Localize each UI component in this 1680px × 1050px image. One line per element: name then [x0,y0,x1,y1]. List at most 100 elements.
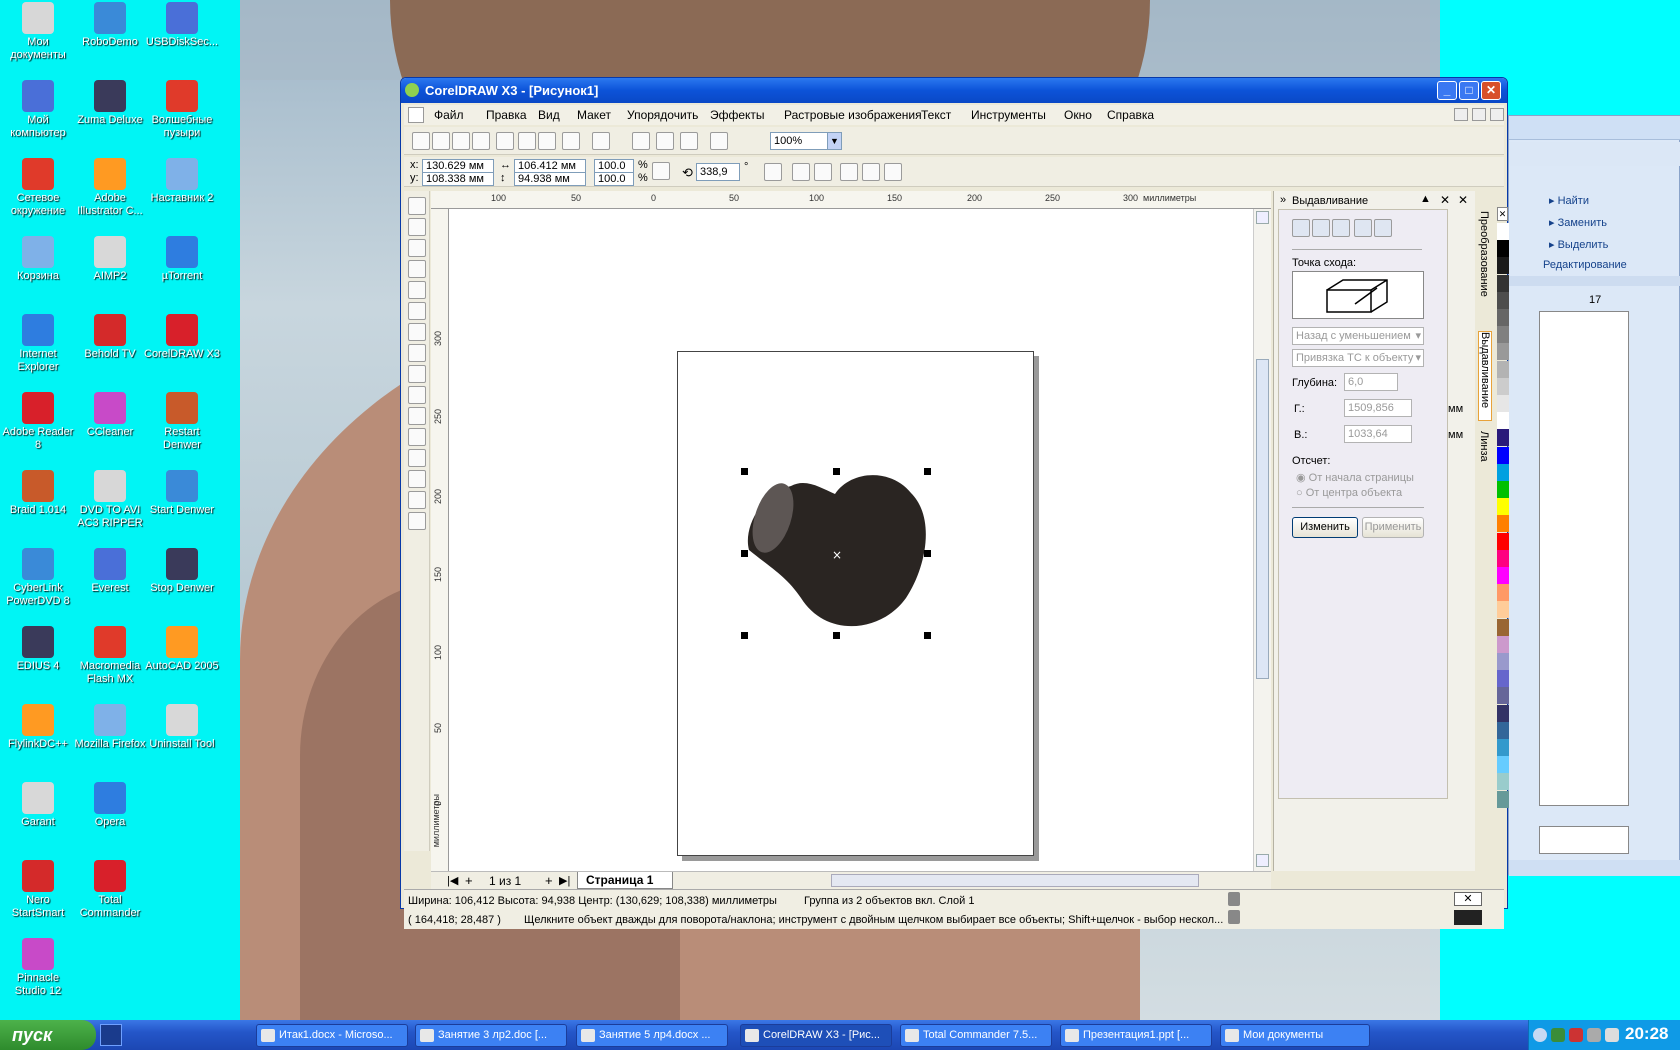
toolbar-icon[interactable] [452,132,470,150]
toolbar-icon[interactable] [792,163,810,181]
desktop-icon[interactable]: Pinnacle Studio 12 [0,938,76,998]
desktop-icon[interactable]: Мои документы [0,2,76,62]
quicklaunch-icon[interactable] [100,1024,122,1046]
color-swatch[interactable] [1497,360,1509,378]
color-swatch[interactable] [1497,635,1509,653]
taskbar-item[interactable]: Занятие 3 лр2.doc [... [415,1024,567,1047]
depth-field[interactable]: 6,0 [1344,373,1398,391]
tool-icon[interactable] [408,407,426,425]
vanish-lock-select[interactable]: Привязка ТС к объекту ▾ [1292,349,1424,367]
language-icon[interactable] [1605,1028,1619,1042]
color-swatch[interactable] [1497,515,1509,533]
zoom-combo[interactable]: 100% ▼ [770,132,842,150]
color-swatch[interactable] [1497,395,1509,412]
word-find[interactable]: ▸ Найти [1549,194,1589,207]
desktop-icon[interactable]: Total Commander [72,860,148,920]
width-field[interactable]: 106.412 мм [514,159,586,173]
toolbar-icon[interactable] [764,163,782,181]
page-tab[interactable]: Страница 1 [577,872,673,889]
desktop-icon[interactable]: DVD TO AVI AC3 RIPPER [72,470,148,530]
color-swatch[interactable] [1497,687,1509,705]
desktop-icon[interactable]: EDIUS 4 [0,626,76,673]
menu-item[interactable]: Справка [1107,108,1154,122]
desktop-icon[interactable]: Internet Explorer [0,314,76,374]
scroll-up-arrow[interactable] [1256,211,1269,224]
taskbar-item[interactable]: Мои документы [1220,1024,1370,1047]
tray-icon[interactable] [1533,1028,1547,1042]
color-swatch[interactable] [1497,377,1509,395]
color-swatch[interactable] [1497,429,1509,447]
extrude-tool-icon[interactable] [1354,219,1372,237]
color-swatch[interactable] [1497,257,1509,275]
taskbar-item[interactable]: Total Commander 7.5... [900,1024,1052,1047]
tool-icon[interactable] [408,344,426,362]
desktop-icon[interactable]: Мой компьютер [0,80,76,140]
v-field[interactable]: 1033,64 [1344,425,1412,443]
scroll-thumb[interactable] [1256,359,1269,679]
extrude-tool-icon[interactable] [1332,219,1350,237]
extrude-tool-icon[interactable] [1292,219,1310,237]
color-swatch[interactable] [1497,309,1509,326]
desktop-icon[interactable]: Наставник 2 [144,158,220,205]
color-swatch[interactable] [1497,291,1509,309]
word-select[interactable]: ▸ Выделить [1549,238,1608,251]
color-swatch[interactable] [1497,790,1509,808]
doc-close-button[interactable] [1490,108,1504,121]
desktop-icon[interactable]: Stop Denwer [144,548,220,595]
vanish-type-select[interactable]: Назад с уменьшением ▾ [1292,327,1424,345]
tab-transform[interactable]: Преобразование [1478,211,1490,311]
toolbar-icon[interactable] [656,132,674,150]
toolbar-icon[interactable] [680,132,698,150]
color-swatch[interactable] [1497,670,1509,688]
last-page-button[interactable]: ▶| [559,874,570,887]
scale-x-field[interactable]: 100.0 [594,159,634,173]
height-field[interactable]: 94.938 мм [514,172,586,186]
menu-item[interactable]: Файл [434,108,464,122]
desktop-icon[interactable]: Opera [72,782,148,829]
desktop-icon[interactable]: Restart Denwer [144,392,220,452]
vertical-scrollbar[interactable] [1253,209,1271,871]
doc-minimize-button[interactable] [1454,108,1468,121]
toolbar-icon[interactable] [538,132,556,150]
taskbar-item[interactable]: Итак1.docx - Microso... [256,1024,408,1047]
close-button[interactable]: ✕ [1481,81,1501,100]
tab-extrude[interactable]: Выдавливание [1478,331,1492,421]
word-replace[interactable]: ▸ Заменить [1549,216,1607,229]
x-field[interactable]: 130.629 мм [422,159,494,173]
desktop-icon[interactable]: Сетевое окружение [0,158,76,218]
desktop-icon[interactable]: USBDiskSec... [144,2,220,49]
add-page-button[interactable]: + [465,873,473,888]
desktop-icon[interactable]: Braid 1.014 [0,470,76,517]
taskbar-item[interactable]: CorelDRAW X3 - [Рис... [740,1024,892,1047]
tray-icon[interactable] [1569,1028,1583,1042]
extrude-tool-icon[interactable] [1312,219,1330,237]
desktop-icon[interactable]: Корзина [0,236,76,283]
tool-icon[interactable] [408,449,426,467]
desktop-icon[interactable]: AutoCAD 2005 [144,626,220,673]
desktop-icon[interactable]: FlylinkDC++ [0,704,76,751]
horizontal-scrollbar[interactable] [831,874,1199,887]
docker-close-all-icon[interactable]: ✕ [1458,193,1468,207]
tool-icon[interactable] [408,260,426,278]
menu-item[interactable]: Вид [538,108,560,122]
menu-item[interactable]: Текст [921,108,951,122]
color-swatch[interactable] [1497,274,1509,292]
desktop-icon[interactable]: µTorrent [144,236,220,283]
tool-icon[interactable] [408,281,426,299]
color-swatch[interactable] [1497,412,1509,430]
desktop-icon[interactable]: Uninstall Tool [144,704,220,751]
no-color-swatch[interactable]: ✕ [1497,207,1508,221]
tab-lens[interactable]: Линза [1478,431,1490,471]
tool-icon[interactable] [408,386,426,404]
menu-item[interactable]: Правка [486,108,527,122]
desktop-icon[interactable]: Start Denwer [144,470,220,517]
desktop-icon[interactable]: Mozilla Firefox [72,704,148,751]
color-swatch[interactable] [1497,463,1509,481]
toolbar-icon[interactable] [472,132,490,150]
menu-item[interactable]: Эффекты [710,108,765,122]
add-page-end-button[interactable]: + [545,873,553,888]
color-swatch[interactable] [1497,240,1509,258]
color-swatch[interactable] [1497,498,1509,516]
docker-expand-icon[interactable]: » [1280,194,1286,206]
toolbar-icon[interactable] [840,163,858,181]
